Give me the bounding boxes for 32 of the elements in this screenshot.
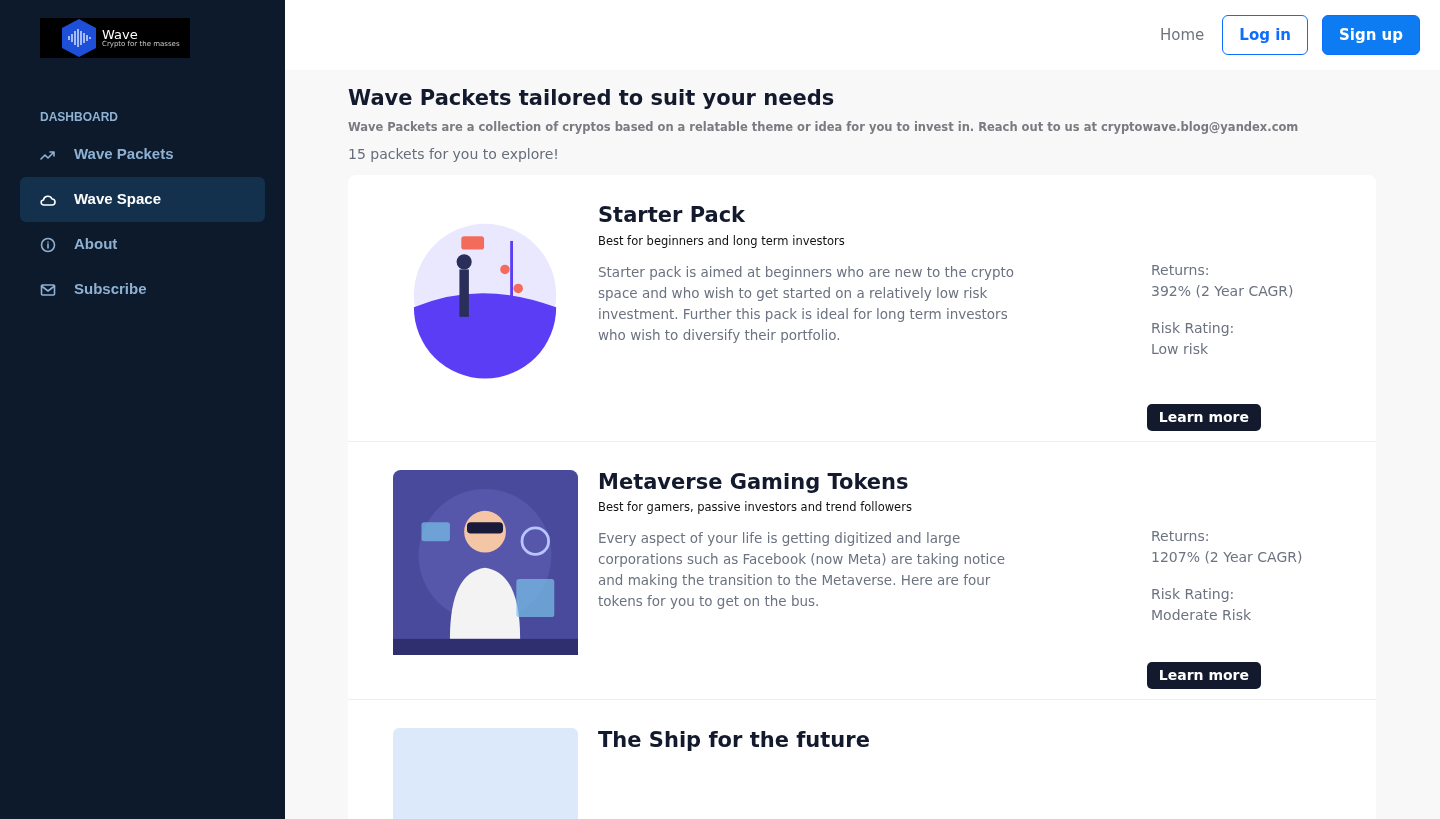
risk-label: Risk Rating:	[1151, 318, 1236, 338]
page-description: Wave Packets are a collection of cryptos based on a relatable theme or idea for you to invest in. Reach out to us at cryptowave.blog@yandex.com	[348, 119, 1300, 137]
section-heading: DASHBOARD	[40, 109, 119, 126]
packet-description: Starter pack is aimed at beginners who are new to the crypto space and who wish to get started on a relatively low risk investment. Further this pack is ideal for long term investors who wish to diversify their portfolio.	[598, 262, 1016, 345]
sidebar-item[interactable]: Wave Packets	[20, 132, 265, 177]
returns-label: Returns:	[1151, 527, 1211, 547]
nav-link[interactable]: Home	[1160, 23, 1205, 47]
sidebar-item[interactable]: About	[20, 222, 265, 267]
packet-title: Starter Pack	[598, 203, 747, 229]
login-button[interactable]: Log in	[1222, 15, 1308, 55]
packet-title: The Ship for the future	[598, 728, 871, 754]
page-title: Wave Packets tailored to suit your needs	[348, 86, 836, 112]
logo-icon	[60, 18, 98, 58]
sidebar-item[interactable]: Wave Space	[20, 177, 265, 222]
packet-description: Every aspect of your life is getting digitized and large corporations such as Facebook (now Meta) are taking notice and making the transition to the Metaverse. Here are four tokens for you to get on the bus.	[598, 529, 1006, 612]
returns-value: 1207% (2 Year CAGR)	[1151, 548, 1304, 568]
signup-button[interactable]: Sign up	[1322, 15, 1420, 55]
risk-value: Low risk	[1151, 339, 1210, 359]
mail-icon	[40, 281, 56, 298]
learn-more-button[interactable]: Learn more	[1146, 662, 1261, 690]
packet-subtitle: Best for beginners and long term investors	[598, 232, 846, 250]
risk-label: Risk Rating:	[1151, 585, 1236, 605]
packet-subtitle: Best for gamers, passive investors and trend followers	[598, 499, 913, 517]
packet-count: 15 packets for you to explore!	[348, 145, 560, 165]
returns-label: Returns:	[1151, 260, 1211, 280]
learn-more-button[interactable]: Learn more	[1146, 403, 1261, 431]
packet-title: Metaverse Gaming Tokens	[598, 469, 910, 496]
info-icon	[40, 236, 56, 253]
returns-value: 392% (2 Year CAGR)	[1151, 281, 1295, 301]
risk-value: Moderate Risk	[1151, 606, 1253, 626]
sidebar-item[interactable]: Subscribe	[20, 267, 265, 312]
logo-title: Wave	[102, 28, 139, 41]
